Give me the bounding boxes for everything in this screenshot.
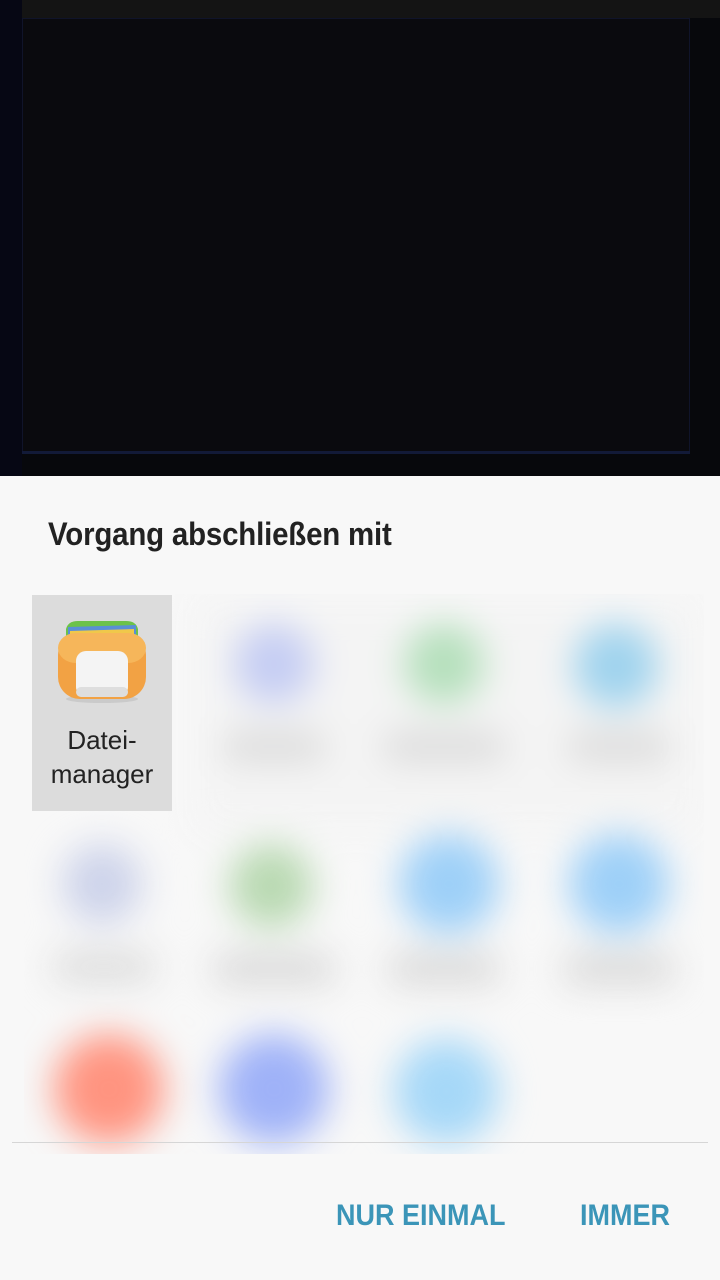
app-option-label: Datei- manager <box>50 725 154 789</box>
file-manager-icon <box>58 621 146 703</box>
blurred-app-label <box>54 954 154 980</box>
app-grid: Datei- manager <box>24 594 704 1154</box>
just-once-button[interactable]: NUR EINMAL <box>336 1192 505 1240</box>
blurred-app-icon[interactable] <box>399 834 499 934</box>
blurred-app-icon[interactable] <box>219 1034 329 1144</box>
blurred-app-icon[interactable] <box>62 844 142 924</box>
app-chooser-sheet: Vorgang abschließen mit Datei- manager N… <box>0 476 720 1280</box>
blurred-app-icon[interactable] <box>569 834 669 934</box>
blurred-app-icon[interactable] <box>234 624 314 704</box>
background-edge <box>0 0 22 476</box>
blurred-app-label <box>384 734 504 760</box>
background-content <box>0 0 720 476</box>
dialog-title: Vorgang abschließen mit <box>48 516 392 552</box>
blurred-app-label <box>224 734 324 760</box>
blurred-app-label <box>569 734 669 760</box>
status-bar-area <box>0 0 720 18</box>
dimmed-app-content <box>22 18 690 454</box>
blurred-app-icon[interactable] <box>54 1034 164 1144</box>
blurred-app-label <box>214 954 334 984</box>
blurred-app-icon[interactable] <box>394 1039 499 1144</box>
always-button[interactable]: IMMER <box>580 1192 670 1240</box>
blurred-app-icon[interactable] <box>404 624 484 704</box>
divider <box>12 1142 708 1143</box>
blurred-app-label <box>564 954 674 984</box>
blurred-app-icon[interactable] <box>229 844 313 928</box>
app-option-file-manager[interactable]: Datei- manager <box>32 595 172 811</box>
blurred-app-icon[interactable] <box>574 624 658 708</box>
blurred-app-label <box>389 954 499 984</box>
